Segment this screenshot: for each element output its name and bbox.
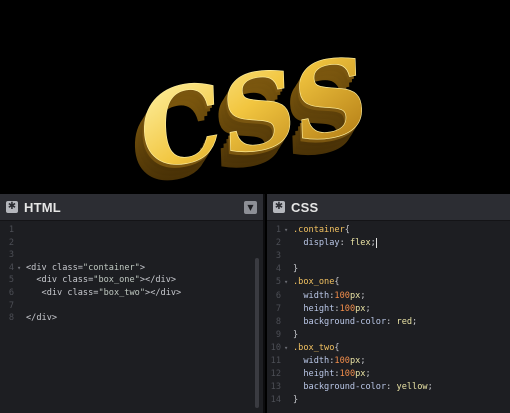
line-number: 3 [8, 250, 14, 261]
code-line[interactable]: 2 [0, 237, 263, 250]
line-number: 3 [275, 251, 281, 262]
code-line[interactable]: 7 height:100px; [267, 303, 510, 316]
code-text: <div class="box_two"></div> [26, 288, 182, 298]
fold-arrow-icon[interactable]: ▾ [284, 276, 288, 289]
code-line[interactable]: 1 ▾ .container{ [267, 224, 510, 237]
line-number: 11 [270, 356, 281, 366]
line-number: 6 [8, 288, 14, 298]
fold-arrow-icon[interactable]: ▾ [284, 224, 288, 237]
line-number: 2 [275, 238, 281, 249]
line-number: 12 [270, 369, 281, 380]
code-text: width:100px; [303, 356, 366, 366]
code-line[interactable]: 7 [0, 300, 263, 313]
css-code-area[interactable]: 1 ▾ .container{2 display: flex; 3 4} 5 ▾ .box_o… [267, 222, 510, 413]
line-number: 4 [8, 262, 14, 273]
code-text: .container{ [293, 225, 350, 235]
code-text: .box_two{ [293, 342, 340, 353]
line-number: 8 [275, 316, 281, 327]
code-line[interactable]: 4} [267, 263, 510, 276]
line-number: 7 [8, 300, 14, 311]
line-number: 2 [8, 237, 14, 248]
line-number: 14 [270, 395, 281, 406]
code-text: } [293, 264, 299, 275]
code-text: .box_one{ [293, 277, 340, 288]
code-line[interactable]: 6 width:100px; [267, 290, 510, 303]
code-line[interactable]: 8 background-color: red; [267, 316, 510, 329]
code-line[interactable]: 1 [0, 224, 263, 237]
code-text: } [293, 329, 299, 340]
gear-icon[interactable]: ✱ [6, 201, 18, 213]
line-number: 1 [275, 225, 281, 235]
code-text: width:100px; [303, 290, 366, 301]
line-number: 8 [8, 313, 14, 324]
code-text: background-color: red; [303, 316, 418, 327]
code-line[interactable]: 11 width:100px; [267, 355, 510, 368]
code-line[interactable]: 9} [267, 329, 510, 342]
line-number: 7 [275, 303, 281, 314]
line-number: 5 [275, 277, 281, 288]
line-number: 10 [270, 342, 281, 353]
css-editor-panel: ✱ CSS 1 ▾ .container{2 display: flex; 3 4} 5 ▾… [267, 194, 510, 413]
code-line[interactable]: 10 ▾ .box_two{ [267, 342, 510, 355]
code-text: height:100px; [303, 303, 371, 314]
code-line[interactable]: 2 display: flex; [267, 237, 510, 250]
code-text: <div class="container"> [26, 262, 146, 273]
code-line[interactable]: 3 [0, 249, 263, 262]
code-text: height:100px; [303, 369, 371, 380]
css-3d-logo: CSS CSS CSS CSS CSS [129, 31, 370, 194]
fold-arrow-icon[interactable]: ▾ [17, 262, 21, 275]
html-editor-panel: ✱ HTML ▼ 1 2 3 4 ▾ <div class="container"> 5 <… [0, 194, 265, 413]
code-line[interactable]: 12 height:100px; [267, 368, 510, 381]
code-line[interactable]: 3 [267, 250, 510, 263]
code-text: display: flex; [303, 237, 377, 249]
code-line[interactable]: 14} [267, 394, 510, 407]
code-line[interactable]: 13 background-color: yellow; [267, 381, 510, 394]
chevron-down-icon[interactable]: ▼ [244, 201, 257, 214]
html-panel-title: HTML [24, 199, 61, 215]
code-text: </div> [26, 313, 58, 324]
css-panel-header: ✱ CSS [267, 194, 510, 221]
line-number: 13 [270, 382, 281, 393]
line-number: 9 [275, 329, 281, 340]
code-text: } [293, 395, 299, 406]
hero-banner: CSS CSS CSS CSS CSS [0, 0, 510, 194]
line-number: 1 [8, 225, 14, 235]
line-number: 5 [8, 275, 14, 286]
code-line[interactable]: 6 <div class="box_two"></div> [0, 287, 263, 300]
code-text: <div class="box_one"></div> [26, 275, 177, 286]
fold-arrow-icon[interactable]: ▾ [284, 342, 288, 355]
code-line[interactable]: 8 </div> [0, 312, 263, 325]
html-scrollbar[interactable] [255, 258, 259, 408]
line-number: 4 [275, 264, 281, 275]
code-text: background-color: yellow; [303, 382, 433, 393]
gear-icon[interactable]: ✱ [273, 201, 285, 213]
html-code-area[interactable]: 1 2 3 4 ▾ <div class="container"> 5 <div class… [0, 222, 263, 413]
code-line[interactable]: 4 ▾ <div class="container"> [0, 262, 263, 275]
line-number: 6 [275, 290, 281, 301]
css-panel-title: CSS [291, 199, 319, 215]
html-panel-header: ✱ HTML ▼ [0, 194, 263, 221]
code-line[interactable]: 5 <div class="box_one"></div> [0, 274, 263, 287]
text-cursor [375, 237, 377, 248]
code-line[interactable]: 5 ▾ .box_one{ [267, 276, 510, 289]
